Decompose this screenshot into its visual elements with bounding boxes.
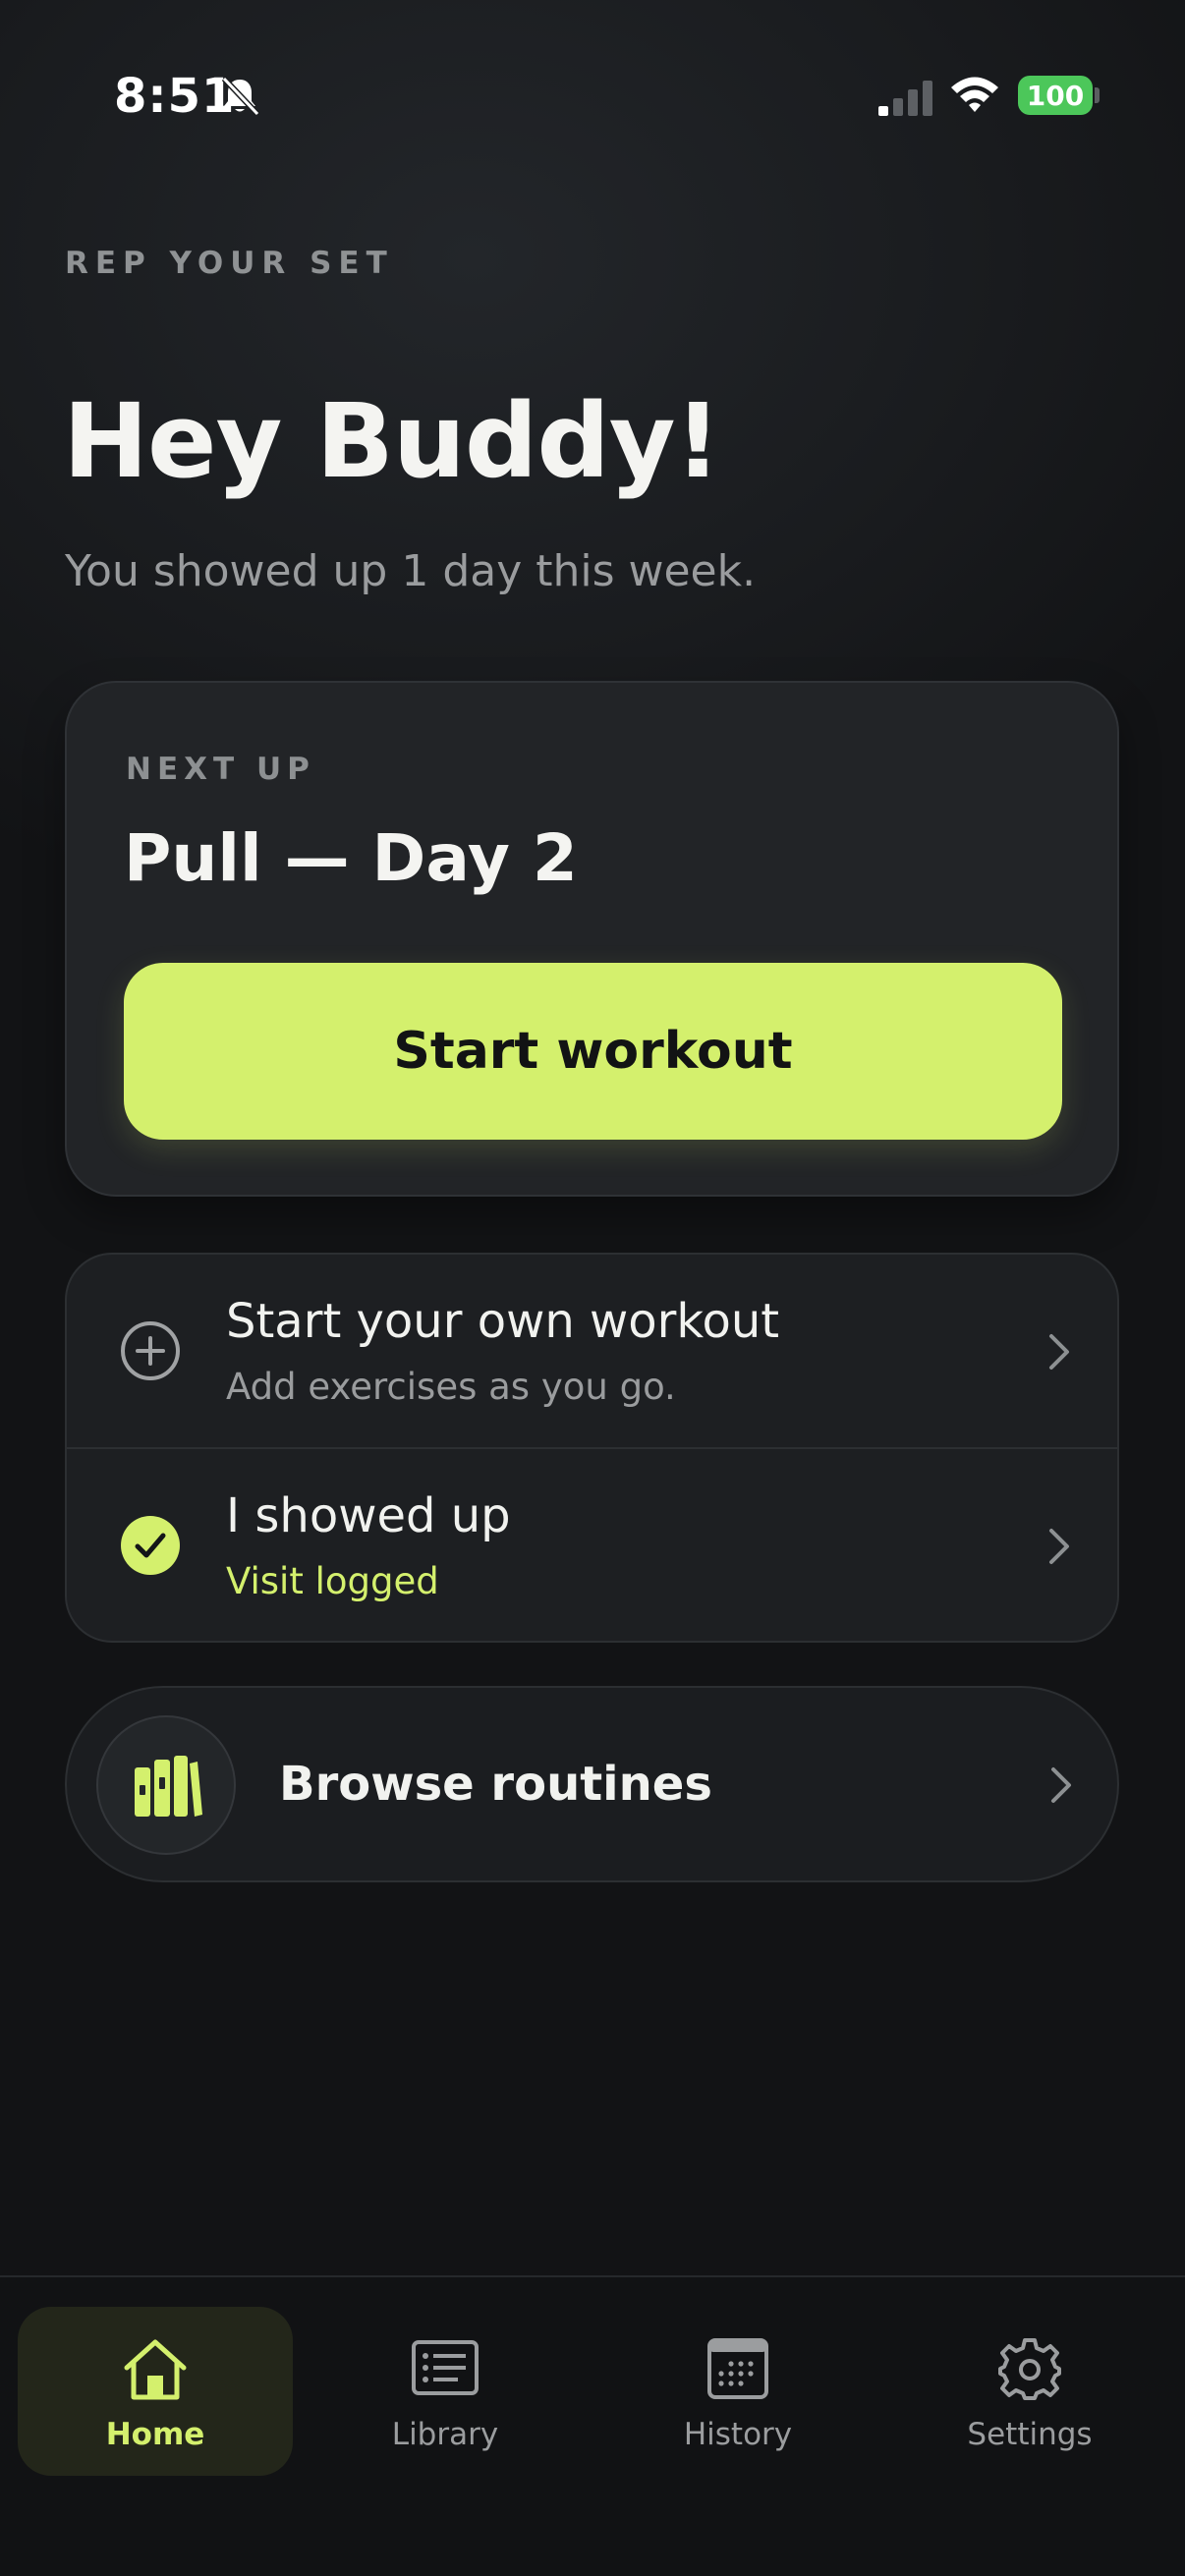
browse-icon-badge <box>96 1715 236 1855</box>
page-subtitle: You showed up 1 day this week. <box>65 546 757 596</box>
tab-library-label: Library <box>391 2417 499 2452</box>
start-own-workout-subtitle: Add exercises as you go. <box>226 1366 676 1408</box>
bell-slash-icon <box>221 76 260 117</box>
tab-home[interactable]: Home <box>18 2307 293 2476</box>
tab-library[interactable]: Library <box>308 2307 583 2476</box>
home-screen: 8:51 100 REP YOUR SET Hey Buddy! You sho… <box>0 0 1185 2576</box>
app-eyebrow: REP YOUR SET <box>65 246 394 281</box>
start-own-workout-row[interactable]: Start your own workout Add exercises as … <box>67 1255 1117 1449</box>
signal-icon <box>878 81 932 116</box>
showed-up-title: I showed up <box>226 1488 511 1543</box>
next-up-label: NEXT UP <box>126 752 315 787</box>
list-icon <box>412 2340 479 2395</box>
check-circle-icon <box>121 1516 180 1575</box>
tab-bar: Home Library History Settings <box>0 2275 1185 2576</box>
action-list: Start your own workout Add exercises as … <box>65 1253 1119 1643</box>
next-up-card: NEXT UP Pull — Day 2 Start workout <box>65 681 1119 1197</box>
tab-settings[interactable]: Settings <box>892 2307 1167 2476</box>
status-bar: 8:51 100 <box>0 0 1185 196</box>
battery-cap <box>1095 87 1100 103</box>
wifi-icon <box>951 77 998 112</box>
plus-circle-icon <box>121 1321 180 1380</box>
start-workout-button[interactable]: Start workout <box>124 963 1062 1140</box>
next-workout-title: Pull — Day 2 <box>124 820 578 896</box>
battery-indicator: 100 <box>1018 76 1093 115</box>
status-time: 8:51 <box>114 69 236 124</box>
visit-logged-status: Visit logged <box>226 1560 439 1602</box>
chevron-right-icon <box>1051 1767 1071 1803</box>
page-title: Hey Buddy! <box>63 381 721 501</box>
books-icon <box>135 1756 202 1817</box>
tab-settings-label: Settings <box>967 2417 1093 2452</box>
showed-up-row[interactable]: I showed up Visit logged <box>67 1449 1117 1641</box>
tab-history-label: History <box>683 2417 793 2452</box>
tab-history[interactable]: History <box>600 2307 875 2476</box>
gear-icon <box>998 2338 1061 2400</box>
home-icon <box>124 2339 187 2400</box>
calendar-icon <box>707 2338 768 2399</box>
chevron-right-icon <box>1049 1529 1069 1564</box>
start-own-workout-title: Start your own workout <box>226 1294 780 1349</box>
browse-routines-label: Browse routines <box>279 1757 712 1812</box>
chevron-right-icon <box>1049 1334 1069 1370</box>
tab-home-label: Home <box>105 2417 205 2452</box>
browse-routines-button[interactable]: Browse routines <box>65 1686 1119 1882</box>
